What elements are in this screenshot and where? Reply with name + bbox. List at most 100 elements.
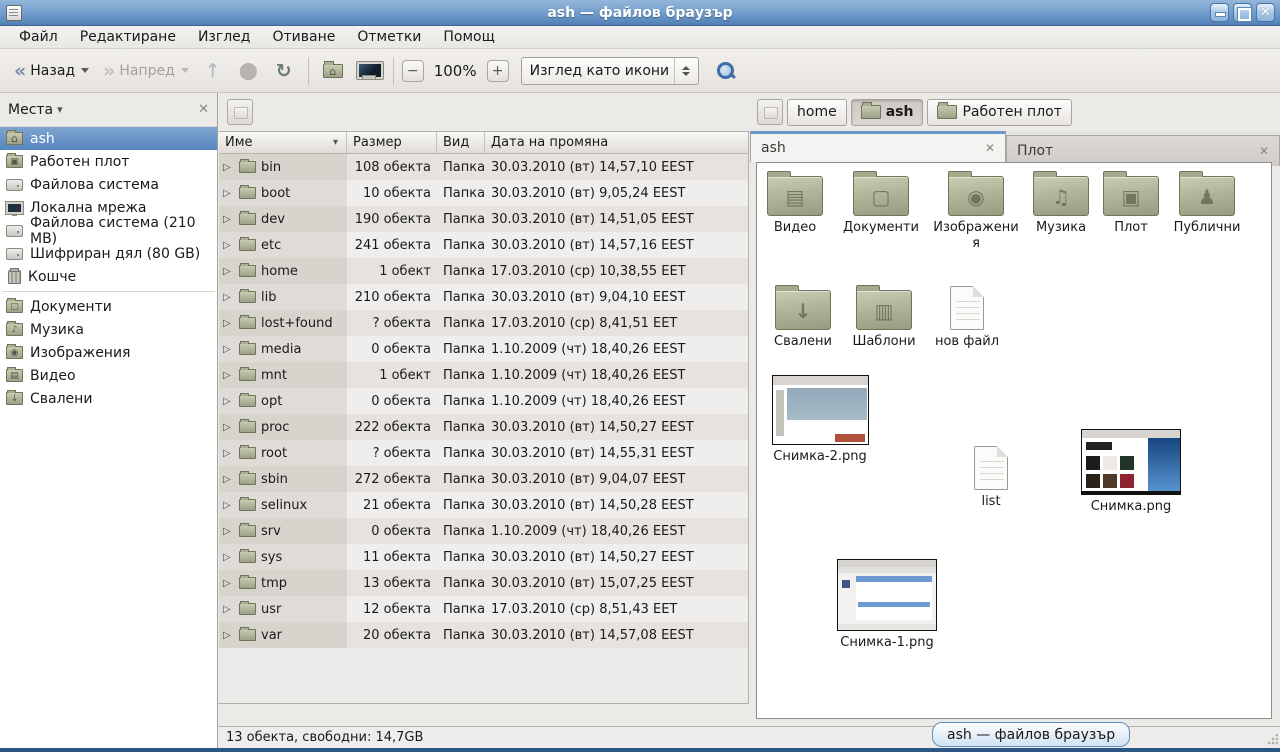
menu-item[interactable]: Отметки [348, 27, 430, 47]
table-row[interactable]: ▷ usr 12 обекта Папка 17.03.2010 (ср) 8,… [219, 596, 748, 622]
sidebar-item[interactable]: Файлова система [0, 173, 217, 196]
zoom-in-button[interactable]: + [487, 60, 509, 82]
table-row[interactable]: ▷ boot 10 обекта Папка 30.03.2010 (вт) 9… [219, 180, 748, 206]
expander-icon[interactable]: ▷ [223, 292, 234, 303]
location-icon-button[interactable] [227, 99, 253, 125]
table-row[interactable]: ▷ sys 11 обекта Папка 30.03.2010 (вт) 14… [219, 544, 748, 570]
table-row[interactable]: ▷ srv 0 обекта Папка 1.10.2009 (чт) 18,4… [219, 518, 748, 544]
expander-icon[interactable]: ▷ [223, 500, 234, 511]
sidebar-combo-arrow-icon[interactable]: ▾ [57, 103, 63, 116]
expander-icon[interactable]: ▷ [223, 240, 234, 251]
file-icon-item[interactable]: Публични [1163, 169, 1251, 236]
expander-icon[interactable]: ▷ [223, 370, 234, 381]
back-button[interactable]: « Назад [8, 59, 95, 83]
sidebar-item[interactable]: Шифриран дял (80 GB) [0, 242, 217, 265]
expander-icon[interactable]: ▷ [223, 396, 234, 407]
back-history-caret-icon[interactable] [81, 68, 89, 73]
expander-icon[interactable]: ▷ [223, 578, 234, 589]
table-row[interactable]: ▷ var 20 обекта Папка 30.03.2010 (вт) 14… [219, 622, 748, 648]
spinner-arrows-icon[interactable] [674, 58, 698, 84]
home-button[interactable] [317, 60, 349, 82]
file-icon-item[interactable]: Видео [757, 169, 833, 236]
expander-icon[interactable]: ▷ [223, 526, 234, 537]
column-header-size[interactable]: Размер [347, 132, 437, 153]
column-header-date[interactable]: Дата на промяна [485, 132, 748, 153]
expander-icon[interactable]: ▷ [223, 552, 234, 563]
sidebar-item[interactable]: Документи [0, 295, 217, 318]
close-button[interactable] [1256, 3, 1275, 22]
reload-button[interactable]: ↻ [268, 57, 300, 85]
table-row[interactable]: ▷ selinux 21 обекта Папка 30.03.2010 (вт… [219, 492, 748, 518]
sidebar-item[interactable]: Видео [0, 364, 217, 387]
tab-close-icon[interactable]: ✕ [1259, 144, 1269, 158]
sidebar-item[interactable]: Музика [0, 318, 217, 341]
taskbar-window-button[interactable]: ash — файлов браузър [932, 722, 1130, 747]
menu-item[interactable]: Редактиране [71, 27, 185, 47]
expander-icon[interactable]: ▷ [223, 422, 234, 433]
expander-icon[interactable]: ▷ [223, 630, 234, 641]
file-icon-item[interactable]: Шаблони [845, 283, 923, 350]
table-row[interactable]: ▷ tmp 13 обекта Папка 30.03.2010 (вт) 15… [219, 570, 748, 596]
menu-item[interactable]: Отиване [263, 27, 344, 47]
expander-icon[interactable]: ▷ [223, 344, 234, 355]
sidebar-title[interactable]: Места [8, 102, 53, 118]
column-header-type[interactable]: Вид [437, 132, 485, 153]
file-icon-item[interactable]: Снимка-2.png [769, 375, 871, 465]
table-row[interactable]: ▷ proc 222 обекта Папка 30.03.2010 (вт) … [219, 414, 748, 440]
menu-item[interactable]: Файл [10, 27, 67, 47]
expander-icon[interactable]: ▷ [223, 448, 234, 459]
file-icon-item[interactable]: Плот [1101, 169, 1161, 236]
breadcrumb-button[interactable]: home [787, 99, 847, 126]
file-icon-item[interactable]: Снимка.png [1077, 429, 1185, 515]
file-icon-item[interactable]: Музика [1021, 169, 1101, 236]
expander-icon[interactable]: ▷ [223, 604, 234, 615]
breadcrumb-button[interactable]: ash [851, 99, 924, 126]
table-row[interactable]: ▷ dev 190 обекта Папка 30.03.2010 (вт) 1… [219, 206, 748, 232]
file-icon-item[interactable]: Снимка-1.png [833, 559, 941, 651]
view-mode-select[interactable]: Изглед като икони [521, 57, 699, 85]
sidebar-item[interactable]: Работен плот [0, 150, 217, 173]
file-icon-item[interactable]: Документи [833, 169, 929, 236]
zoom-out-button[interactable]: − [402, 60, 424, 82]
tab-close-icon[interactable]: ✕ [985, 141, 995, 155]
sidebar-item[interactable]: Свалени [0, 387, 217, 410]
expander-icon[interactable]: ▷ [223, 318, 234, 329]
expander-icon[interactable]: ▷ [223, 214, 234, 225]
expander-icon[interactable]: ▷ [223, 474, 234, 485]
menu-item[interactable]: Изглед [189, 27, 260, 47]
file-icon-item[interactable]: Свалени [763, 283, 843, 350]
menu-item[interactable]: Помощ [434, 27, 503, 47]
table-row[interactable]: ▷ mnt 1 обект Папка 1.10.2009 (чт) 18,40… [219, 362, 748, 388]
sidebar-item[interactable]: Файлова система (210 MB) [0, 219, 217, 242]
forward-button[interactable]: » Напред [97, 59, 195, 83]
file-icon-item[interactable]: list [955, 443, 1027, 510]
resize-grip[interactable] [1266, 734, 1278, 746]
table-row[interactable]: ▷ lost+found ? обекта Папка 17.03.2010 (… [219, 310, 748, 336]
minimize-button[interactable] [1210, 3, 1229, 22]
maximize-button[interactable] [1233, 3, 1252, 22]
table-row[interactable]: ▷ bin 108 обекта Папка 30.03.2010 (вт) 1… [219, 154, 748, 180]
file-icon-item[interactable]: нов файл [925, 283, 1009, 350]
table-row[interactable]: ▷ lib 210 обекта Папка 30.03.2010 (вт) 9… [219, 284, 748, 310]
table-row[interactable]: ▷ opt 0 обекта Папка 1.10.2009 (чт) 18,4… [219, 388, 748, 414]
table-row[interactable]: ▷ etc 241 обекта Папка 30.03.2010 (вт) 1… [219, 232, 748, 258]
table-row[interactable]: ▷ media 0 обекта Папка 1.10.2009 (чт) 18… [219, 336, 748, 362]
location-icon-button[interactable] [757, 99, 783, 125]
table-row[interactable]: ▷ sbin 272 обекта Папка 30.03.2010 (вт) … [219, 466, 748, 492]
file-icon-item[interactable]: Изображения [933, 169, 1019, 251]
computer-button[interactable] [351, 58, 385, 84]
sidebar-item[interactable]: Изображения [0, 341, 217, 364]
icon-view[interactable]: Видео Документи Изображения Музика Плот … [756, 162, 1272, 719]
column-header-name[interactable]: Име ▾ [219, 132, 347, 153]
sidebar-item[interactable]: ash [0, 127, 217, 150]
search-button[interactable] [715, 60, 737, 82]
sidebar-item[interactable]: Кошче [0, 265, 217, 288]
sidebar-close-icon[interactable]: ✕ [198, 102, 209, 117]
expander-icon[interactable]: ▷ [223, 162, 234, 173]
tab[interactable]: ash ✕ [750, 131, 1006, 162]
table-row[interactable]: ▷ home 1 обект Папка 17.03.2010 (ср) 10,… [219, 258, 748, 284]
expander-icon[interactable]: ▷ [223, 266, 234, 277]
table-row[interactable]: ▷ root ? обекта Папка 30.03.2010 (вт) 14… [219, 440, 748, 466]
breadcrumb-button[interactable]: Работен плот [927, 99, 1071, 126]
up-button[interactable]: ↑ [197, 57, 229, 85]
